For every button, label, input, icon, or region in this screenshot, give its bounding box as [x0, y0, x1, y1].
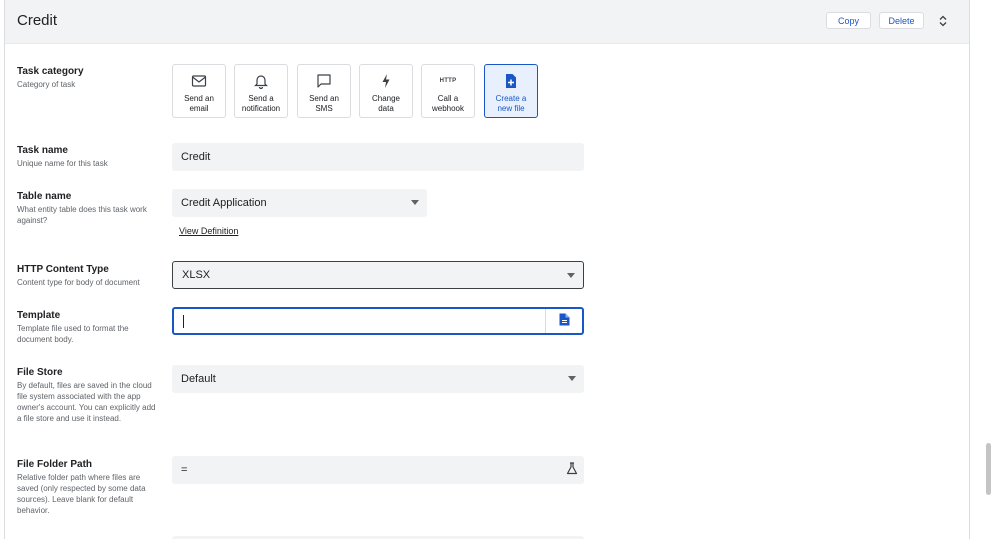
template-file-picker[interactable]	[545, 309, 582, 333]
folder-path-description: Relative folder path where files are sav…	[17, 473, 146, 515]
task-name-label: Task name Unique name for this task	[17, 145, 162, 169]
bell-icon	[254, 73, 268, 89]
template-description: Template file used to format the documen…	[17, 324, 129, 344]
category-call-webhook-button[interactable]: HTTP Call a webhook	[421, 64, 475, 118]
table-name-select[interactable]: Credit Application	[172, 189, 427, 217]
dropdown-arrow-icon	[568, 376, 576, 381]
mail-icon	[191, 73, 207, 89]
task-category-description: Category of task	[17, 80, 76, 89]
task-panel: Credit Copy Delete Task category Categor…	[4, 0, 970, 539]
message-icon	[316, 73, 332, 89]
copy-button[interactable]: Copy	[826, 12, 871, 29]
panel-header: Credit Copy Delete	[5, 0, 969, 44]
file-store-select[interactable]: Default	[172, 365, 584, 393]
category-label: Send an email	[184, 94, 214, 113]
folder-path-label: File Folder Path Relative folder path wh…	[17, 459, 162, 516]
task-name-input[interactable]: Credit	[172, 143, 584, 171]
panel-title: Credit	[17, 12, 58, 29]
file-store-description: By default, files are saved in the cloud…	[17, 381, 156, 423]
category-change-data-button[interactable]: Change data	[359, 64, 413, 118]
dropdown-arrow-icon	[411, 200, 419, 205]
view-definition-link[interactable]: View Definition	[179, 226, 238, 236]
category-label: Create a new file	[495, 94, 527, 113]
expand-collapse-icon[interactable]	[937, 13, 949, 29]
task-name-description: Unique name for this task	[17, 159, 108, 168]
task-name-value: Credit	[181, 151, 211, 163]
content-type-select[interactable]: XLSX	[172, 261, 584, 289]
file-store-label: File Store By default, files are saved i…	[17, 367, 162, 424]
table-name-title: Table name	[17, 191, 72, 202]
category-send-email-button[interactable]: Send an email	[172, 64, 226, 118]
content-type-value: XLSX	[182, 269, 211, 281]
bolt-icon	[381, 73, 391, 89]
category-label: Send an SMS	[309, 94, 339, 113]
category-label: Send a notification	[241, 94, 281, 113]
task-name-title: Task name	[17, 145, 68, 156]
delete-button[interactable]: Delete	[879, 12, 924, 29]
folder-path-input[interactable]: =	[172, 456, 584, 484]
task-category-title: Task category	[17, 66, 84, 77]
text-cursor	[183, 314, 184, 328]
table-name-label: Table name What entity table does this t…	[17, 191, 162, 226]
table-name-value: Credit Application	[181, 197, 267, 209]
category-send-notification-button[interactable]: Send a notification	[234, 64, 288, 118]
file-store-value: Default	[181, 373, 216, 385]
category-create-file-button[interactable]: Create a new file	[484, 64, 538, 118]
table-name-description: What entity table does this task work ag…	[17, 205, 147, 225]
file-store-title: File Store	[17, 367, 63, 378]
template-input[interactable]	[172, 307, 584, 335]
folder-path-value: =	[181, 464, 188, 476]
category-send-sms-button[interactable]: Send an SMS	[297, 64, 351, 118]
scrollbar-thumb[interactable]	[986, 443, 991, 495]
category-label: Call a webhook	[431, 94, 465, 113]
folder-path-title: File Folder Path	[17, 459, 93, 470]
content-type-description: Content type for body of document	[17, 278, 140, 287]
category-label: Change data	[371, 94, 401, 113]
file-icon	[559, 313, 570, 329]
task-category-label: Task category Category of task	[17, 66, 162, 90]
http-icon: HTTP	[439, 78, 457, 84]
template-label: Template Template file used to format th…	[17, 310, 162, 345]
template-title: Template	[17, 310, 61, 321]
content-type-title: HTTP Content Type	[17, 264, 109, 275]
content-type-label: HTTP Content Type Content type for body …	[17, 264, 162, 288]
new-file-icon	[505, 73, 517, 89]
flask-icon[interactable]	[566, 462, 578, 478]
dropdown-arrow-icon	[567, 273, 575, 278]
